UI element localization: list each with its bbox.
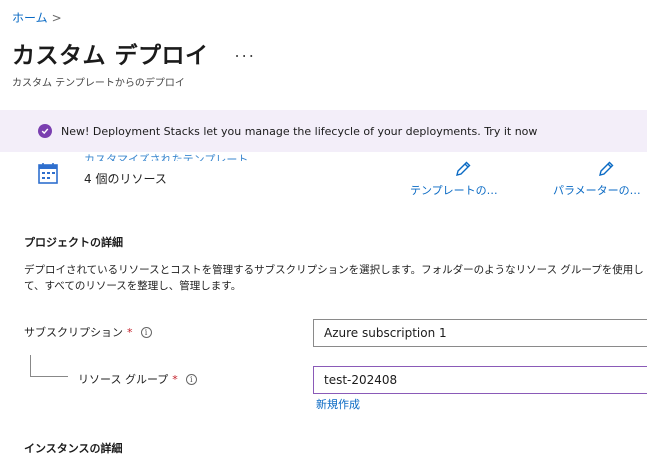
info-icon[interactable]: i	[185, 373, 197, 385]
edit-template-label: テンプレートの…	[410, 184, 498, 197]
banner-text[interactable]: New! Deployment Stacks let you manage th…	[61, 125, 537, 138]
page-subtitle: カスタム テンプレートからのデプロイ	[12, 78, 185, 89]
required-mark: *	[127, 325, 133, 339]
check-circle-icon	[38, 124, 52, 138]
subscription-label-text: サブスクリプション	[24, 326, 123, 339]
template-link[interactable]: カスタマイズされたテンプレート	[84, 150, 248, 161]
create-new-link[interactable]: 新規作成	[316, 396, 360, 412]
pencil-icon	[598, 161, 614, 176]
pencil-icon	[455, 161, 471, 176]
resource-group-select[interactable]: test-202408	[313, 366, 647, 394]
resource-count: 4 個のリソース	[84, 172, 167, 186]
info-icon[interactable]: i	[140, 326, 152, 338]
more-options-button[interactable]: ...	[235, 42, 256, 61]
template-icon	[38, 163, 58, 184]
required-mark: *	[172, 372, 178, 386]
title-row: カスタム デプロイ ...	[12, 36, 256, 70]
resource-group-label-text: リソース グループ	[78, 373, 169, 386]
instance-details-heading: インスタンスの詳細	[24, 442, 123, 455]
edit-template-button[interactable]: テンプレートの…	[410, 160, 498, 198]
breadcrumb-home-link[interactable]: ホーム	[12, 11, 48, 25]
project-description: デプロイされているリソースとコストを管理するサブスクリプションを選択します。フォ…	[24, 264, 644, 292]
page-title: カスタム デプロイ	[12, 43, 209, 69]
tree-connector	[30, 355, 68, 377]
info-banner: New! Deployment Stacks let you manage th…	[0, 110, 647, 152]
breadcrumb-separator: >	[51, 11, 62, 25]
edit-parameters-label: パラメーターの…	[553, 184, 641, 197]
resource-group-label: リソース グループ * i	[78, 371, 197, 387]
project-details-heading: プロジェクトの詳細	[24, 236, 123, 249]
subscription-select[interactable]: Azure subscription 1	[313, 319, 647, 347]
breadcrumb: ホーム >	[12, 9, 62, 26]
subscription-label: サブスクリプション * i	[24, 324, 152, 340]
edit-parameters-button[interactable]: パラメーターの…	[553, 160, 641, 198]
